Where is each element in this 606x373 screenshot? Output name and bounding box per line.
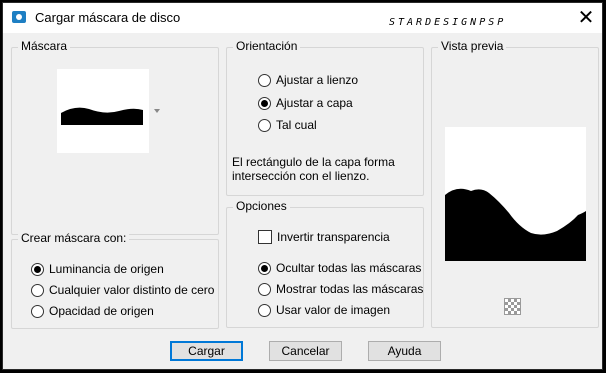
radio-show-all-indicator[interactable] bbox=[258, 282, 271, 296]
checkbox-invert[interactable]: Invertir transparencia bbox=[258, 230, 390, 244]
create-mask-group: Crear máscara con: Luminancia de origen … bbox=[11, 231, 219, 329]
radio-opacity[interactable]: Opacidad de origen bbox=[31, 304, 154, 318]
options-group-label: Opciones bbox=[233, 199, 290, 213]
radio-nonzero-indicator[interactable] bbox=[31, 283, 44, 297]
mask-thumbnail-image bbox=[61, 107, 143, 125]
radio-use-image-value-indicator[interactable] bbox=[258, 303, 271, 317]
radio-hide-all-label: Ocultar todas las máscaras bbox=[276, 261, 422, 275]
checkerboard-icon[interactable] bbox=[504, 298, 521, 315]
radio-use-image-value[interactable]: Usar valor de imagen bbox=[258, 303, 390, 317]
radio-luminance-indicator[interactable] bbox=[31, 262, 44, 276]
radio-nonzero-label: Cualquier valor distinto de cero bbox=[49, 283, 215, 297]
radio-fit-layer-label: Ajustar a capa bbox=[276, 96, 353, 110]
radio-hide-all-indicator[interactable] bbox=[258, 261, 271, 275]
create-mask-group-label: Crear máscara con: bbox=[18, 231, 130, 245]
options-group: Opciones Invertir transparencia Ocultar … bbox=[226, 199, 424, 328]
radio-as-is-indicator[interactable] bbox=[258, 118, 271, 132]
preview-canvas bbox=[445, 127, 586, 261]
radio-use-image-value-label: Usar valor de imagen bbox=[276, 303, 391, 317]
help-button[interactable]: Ayuda bbox=[368, 341, 441, 361]
orientation-group-label: Orientación bbox=[233, 39, 301, 53]
radio-fit-layer-indicator[interactable] bbox=[258, 96, 271, 110]
radio-nonzero[interactable]: Cualquier valor distinto de cero bbox=[31, 283, 214, 297]
camera-icon bbox=[12, 11, 26, 23]
radio-show-all[interactable]: Mostrar todas las máscaras bbox=[258, 282, 423, 296]
preview-mask-image bbox=[445, 188, 586, 261]
load-button[interactable]: Cargar bbox=[170, 341, 243, 361]
radio-fit-layer[interactable]: Ajustar a capa bbox=[258, 96, 353, 110]
radio-as-is-label: Tal cual bbox=[276, 118, 317, 132]
radio-opacity-label: Opacidad de origen bbox=[49, 304, 154, 318]
orientation-description: El rectángulo de la capa forma intersecc… bbox=[232, 155, 395, 183]
chevron-down-icon[interactable] bbox=[154, 109, 160, 113]
checkbox-invert-box[interactable] bbox=[258, 230, 272, 244]
mask-group: Máscara bbox=[11, 39, 219, 235]
window-title: Cargar máscara de disco bbox=[35, 10, 181, 25]
checkbox-invert-label: Invertir transparencia bbox=[277, 230, 390, 244]
radio-fit-canvas-label: Ajustar a lienzo bbox=[276, 73, 359, 87]
radio-luminance[interactable]: Luminancia de origen bbox=[31, 262, 164, 276]
radio-luminance-label: Luminancia de origen bbox=[49, 262, 164, 276]
mask-thumbnail[interactable] bbox=[57, 69, 149, 153]
preview-group-label: Vista previa bbox=[438, 39, 507, 53]
close-button[interactable]: ✕ bbox=[576, 8, 596, 28]
dialog-window: Cargar máscara de disco STARDESIGNPSP ✕ … bbox=[2, 2, 603, 370]
cancel-button[interactable]: Cancelar bbox=[269, 341, 342, 361]
preview-group: Vista previa bbox=[431, 39, 599, 328]
radio-as-is[interactable]: Tal cual bbox=[258, 118, 317, 132]
orientation-group: Orientación Ajustar a lienzo Ajustar a c… bbox=[226, 39, 424, 196]
radio-fit-canvas[interactable]: Ajustar a lienzo bbox=[258, 73, 358, 87]
mask-group-label: Máscara bbox=[18, 39, 71, 53]
radio-fit-canvas-indicator[interactable] bbox=[258, 73, 271, 87]
brand-watermark: STARDESIGNPSP bbox=[389, 17, 507, 28]
radio-opacity-indicator[interactable] bbox=[31, 304, 44, 318]
radio-hide-all[interactable]: Ocultar todas las máscaras bbox=[258, 261, 421, 275]
radio-show-all-label: Mostrar todas las máscaras bbox=[276, 282, 424, 296]
title-bar[interactable]: Cargar máscara de disco STARDESIGNPSP ✕ bbox=[3, 3, 602, 33]
